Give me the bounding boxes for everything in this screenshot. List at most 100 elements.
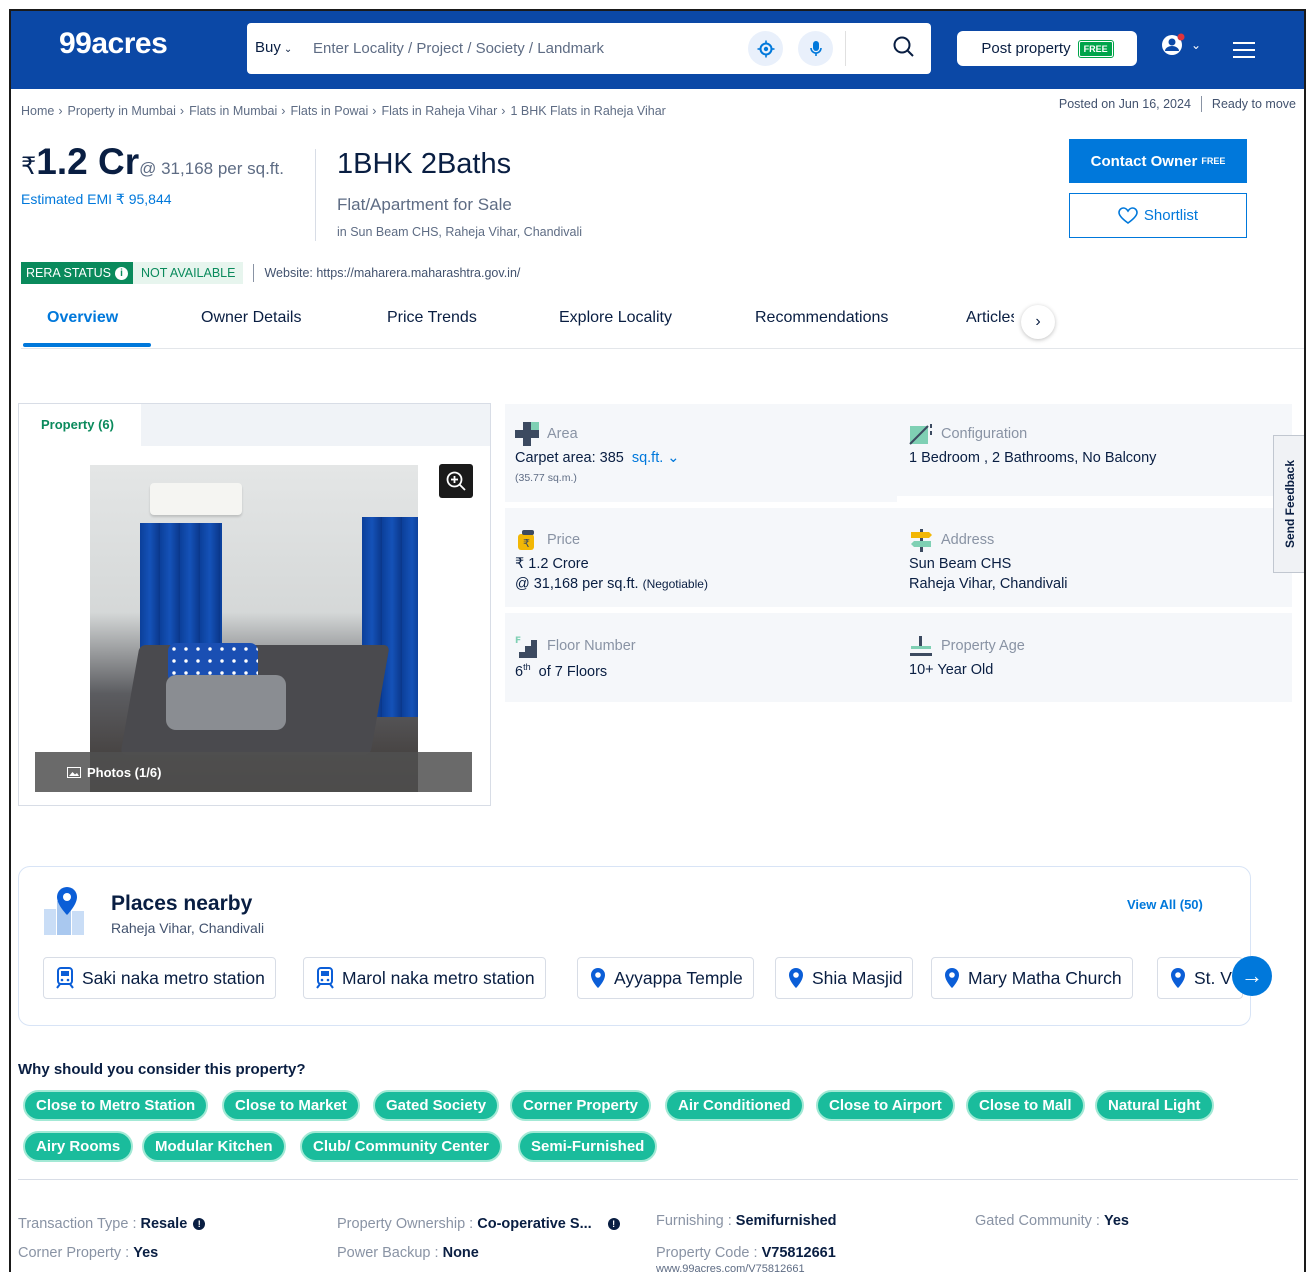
highlight-tag: Air Conditioned — [665, 1090, 804, 1121]
tabs-scroll-right-button[interactable]: › — [1021, 305, 1055, 339]
microphone-icon — [809, 40, 822, 56]
detail-area: Area Carpet area: 385 sq.ft. ⌄ (35.77 sq.… — [515, 422, 679, 484]
fact-ownership: Property Ownership : Co-operative S...! — [337, 1216, 620, 1232]
place-chip[interactable]: Saki naka metro station — [43, 957, 276, 999]
chevron-down-icon: ⌄ — [283, 44, 293, 55]
chevron-right-icon: › — [1035, 313, 1041, 330]
rera-website[interactable]: Website: https://maharera.maharashtra.go… — [264, 266, 520, 280]
view-all-places-link[interactable]: View All (50) — [1127, 897, 1203, 912]
fact-value: Yes — [1103, 1213, 1129, 1229]
tab-explore-locality[interactable]: Explore Locality — [559, 309, 672, 327]
breadcrumb: Home Property in Mumbai Flats in Mumbai … — [21, 104, 670, 118]
buy-dropdown[interactable]: Buy ⌄ — [255, 39, 292, 56]
places-nearby-card: Places nearby Raheja Vihar, Chandivali V… — [18, 866, 1251, 1026]
why-consider-title: Why should you consider this property? — [18, 1061, 306, 1078]
highlight-tag: Close to Market — [222, 1090, 360, 1121]
page-frame: 99acres Buy⌄ Post property FREE ⌄ — [9, 9, 1306, 1272]
place-name: Ayyappa Temple — [614, 967, 743, 988]
detail-floor: F Floor Number 6th of 7 Floors — [515, 634, 636, 680]
signpost-icon — [911, 529, 932, 552]
photos-counter-bar[interactable]: Photos (1/6) — [35, 752, 472, 792]
configuration-value: 1 Bedroom , 2 Bathrooms, No Balcony — [909, 450, 1157, 466]
gallery-tab-property[interactable]: Property (6) — [19, 404, 141, 446]
fact-property-code: Property Code : V75812661 — [656, 1245, 836, 1261]
floor-total: of 7 Floors — [538, 663, 608, 680]
svg-text:F: F — [515, 636, 521, 646]
svg-text:₹: ₹ — [523, 537, 530, 550]
area-unit: sq.ft. — [631, 450, 664, 466]
address-line-2: Raheja Vihar, Chandivali — [909, 576, 1068, 592]
place-chip[interactable]: St. V — [1157, 957, 1243, 999]
tab-articles[interactable]: Articles — [966, 309, 1014, 327]
listing-type: Flat/Apartment for Sale — [337, 195, 512, 214]
breadcrumb-item[interactable]: Flats in Mumbai — [189, 104, 285, 118]
breadcrumb-item[interactable]: 1 BHK Flats in Raheja Vihar — [510, 104, 669, 118]
fact-value: Resale — [140, 1216, 188, 1232]
places-nearby-icon — [41, 885, 93, 942]
highlight-tag: Corner Property — [510, 1090, 652, 1121]
search-button[interactable] — [892, 35, 916, 64]
search-bar: Buy ⌄ — [247, 23, 931, 74]
contact-owner-label: Contact Owner — [1090, 152, 1198, 170]
active-tab-indicator — [23, 343, 151, 347]
contact-owner-button[interactable]: Contact Owner FREE — [1069, 139, 1247, 183]
area-unit-dropdown[interactable]: sq.ft. ⌄ — [632, 450, 680, 466]
grid-gap — [505, 607, 1292, 613]
heart-icon — [1118, 206, 1138, 224]
zoom-button[interactable] — [439, 464, 473, 498]
places-chip-row: Saki naka metro station Marol naka metro… — [43, 957, 1243, 1001]
send-feedback-tab[interactable]: Send Feedback — [1273, 435, 1304, 573]
emi-link[interactable]: Estimated EMI ₹ 95,844 — [21, 191, 284, 208]
rupee-symbol: ₹ — [21, 153, 37, 180]
highlight-tag: Close to Mall — [966, 1090, 1085, 1121]
place-chip[interactable]: Mary Matha Church — [931, 957, 1133, 999]
breadcrumb-item[interactable]: Home — [21, 104, 63, 118]
breadcrumb-item[interactable]: Flats in Raheja Vihar — [381, 104, 505, 118]
site-logo[interactable]: 99acres — [59, 27, 168, 61]
property-age-icon — [910, 636, 932, 656]
tab-overview[interactable]: Overview — [47, 309, 118, 327]
info-icon[interactable]: ! — [193, 1218, 206, 1230]
possession-status: Ready to move — [1211, 97, 1296, 111]
price-label: Price — [547, 532, 581, 548]
highlight-tag: Natural Light — [1095, 1090, 1214, 1121]
property-photo[interactable] — [90, 465, 418, 792]
fact-label: Furnishing — [656, 1213, 724, 1229]
post-property-button[interactable]: Post property FREE — [957, 31, 1137, 66]
place-chip[interactable]: Shia Masjid — [775, 957, 914, 999]
tab-price-trends[interactable]: Price Trends — [387, 309, 477, 327]
place-name: Marol naka metro station — [342, 967, 535, 988]
buy-label: Buy — [255, 39, 281, 56]
configuration-icon — [909, 424, 932, 445]
places-scroll-right-button[interactable]: → — [1232, 956, 1272, 996]
highlight-tag: Semi-Furnished — [518, 1131, 658, 1162]
detect-location-button[interactable] — [748, 31, 783, 66]
metro-icon — [316, 967, 334, 989]
property-url[interactable]: www.99acres.com/V75812661 — [656, 1263, 805, 1272]
search-input[interactable] — [313, 33, 733, 63]
area-icon — [515, 422, 539, 446]
fact-corner-property: Corner Property : Yes — [18, 1245, 159, 1261]
places-nearby-title: Places nearby — [111, 892, 253, 915]
image-icon — [67, 766, 81, 778]
price-per-sqft: @ 31,168 per sq.ft. — [139, 159, 284, 178]
info-icon[interactable]: ! — [607, 1218, 620, 1230]
voice-search-button[interactable] — [798, 31, 833, 66]
place-chip[interactable]: Ayyappa Temple — [577, 957, 754, 999]
fact-transaction-type: Transaction Type : Resale! — [18, 1216, 206, 1232]
photo-gallery: Property (6) Photos (1/6) — [18, 403, 491, 806]
user-menu[interactable]: ⌄ — [1161, 33, 1201, 57]
search-divider — [845, 31, 846, 66]
top-header: 99acres Buy⌄ Post property FREE ⌄ — [11, 11, 1304, 89]
breadcrumb-item[interactable]: Property in Mumbai — [68, 104, 185, 118]
shortlist-button[interactable]: Shortlist — [1069, 193, 1247, 238]
place-chip[interactable]: Marol naka metro station — [303, 957, 546, 999]
tab-owner-details[interactable]: Owner Details — [201, 309, 301, 327]
search-icon — [893, 36, 914, 57]
info-icon[interactable]: i — [114, 266, 128, 280]
place-name: St. V — [1194, 967, 1232, 988]
breadcrumb-item[interactable]: Flats in Powai — [290, 104, 376, 118]
gallery-tabbar: Property (6) — [19, 404, 490, 446]
tab-recommendations[interactable]: Recommendations — [755, 309, 888, 327]
hamburger-menu-icon[interactable] — [1233, 42, 1255, 63]
